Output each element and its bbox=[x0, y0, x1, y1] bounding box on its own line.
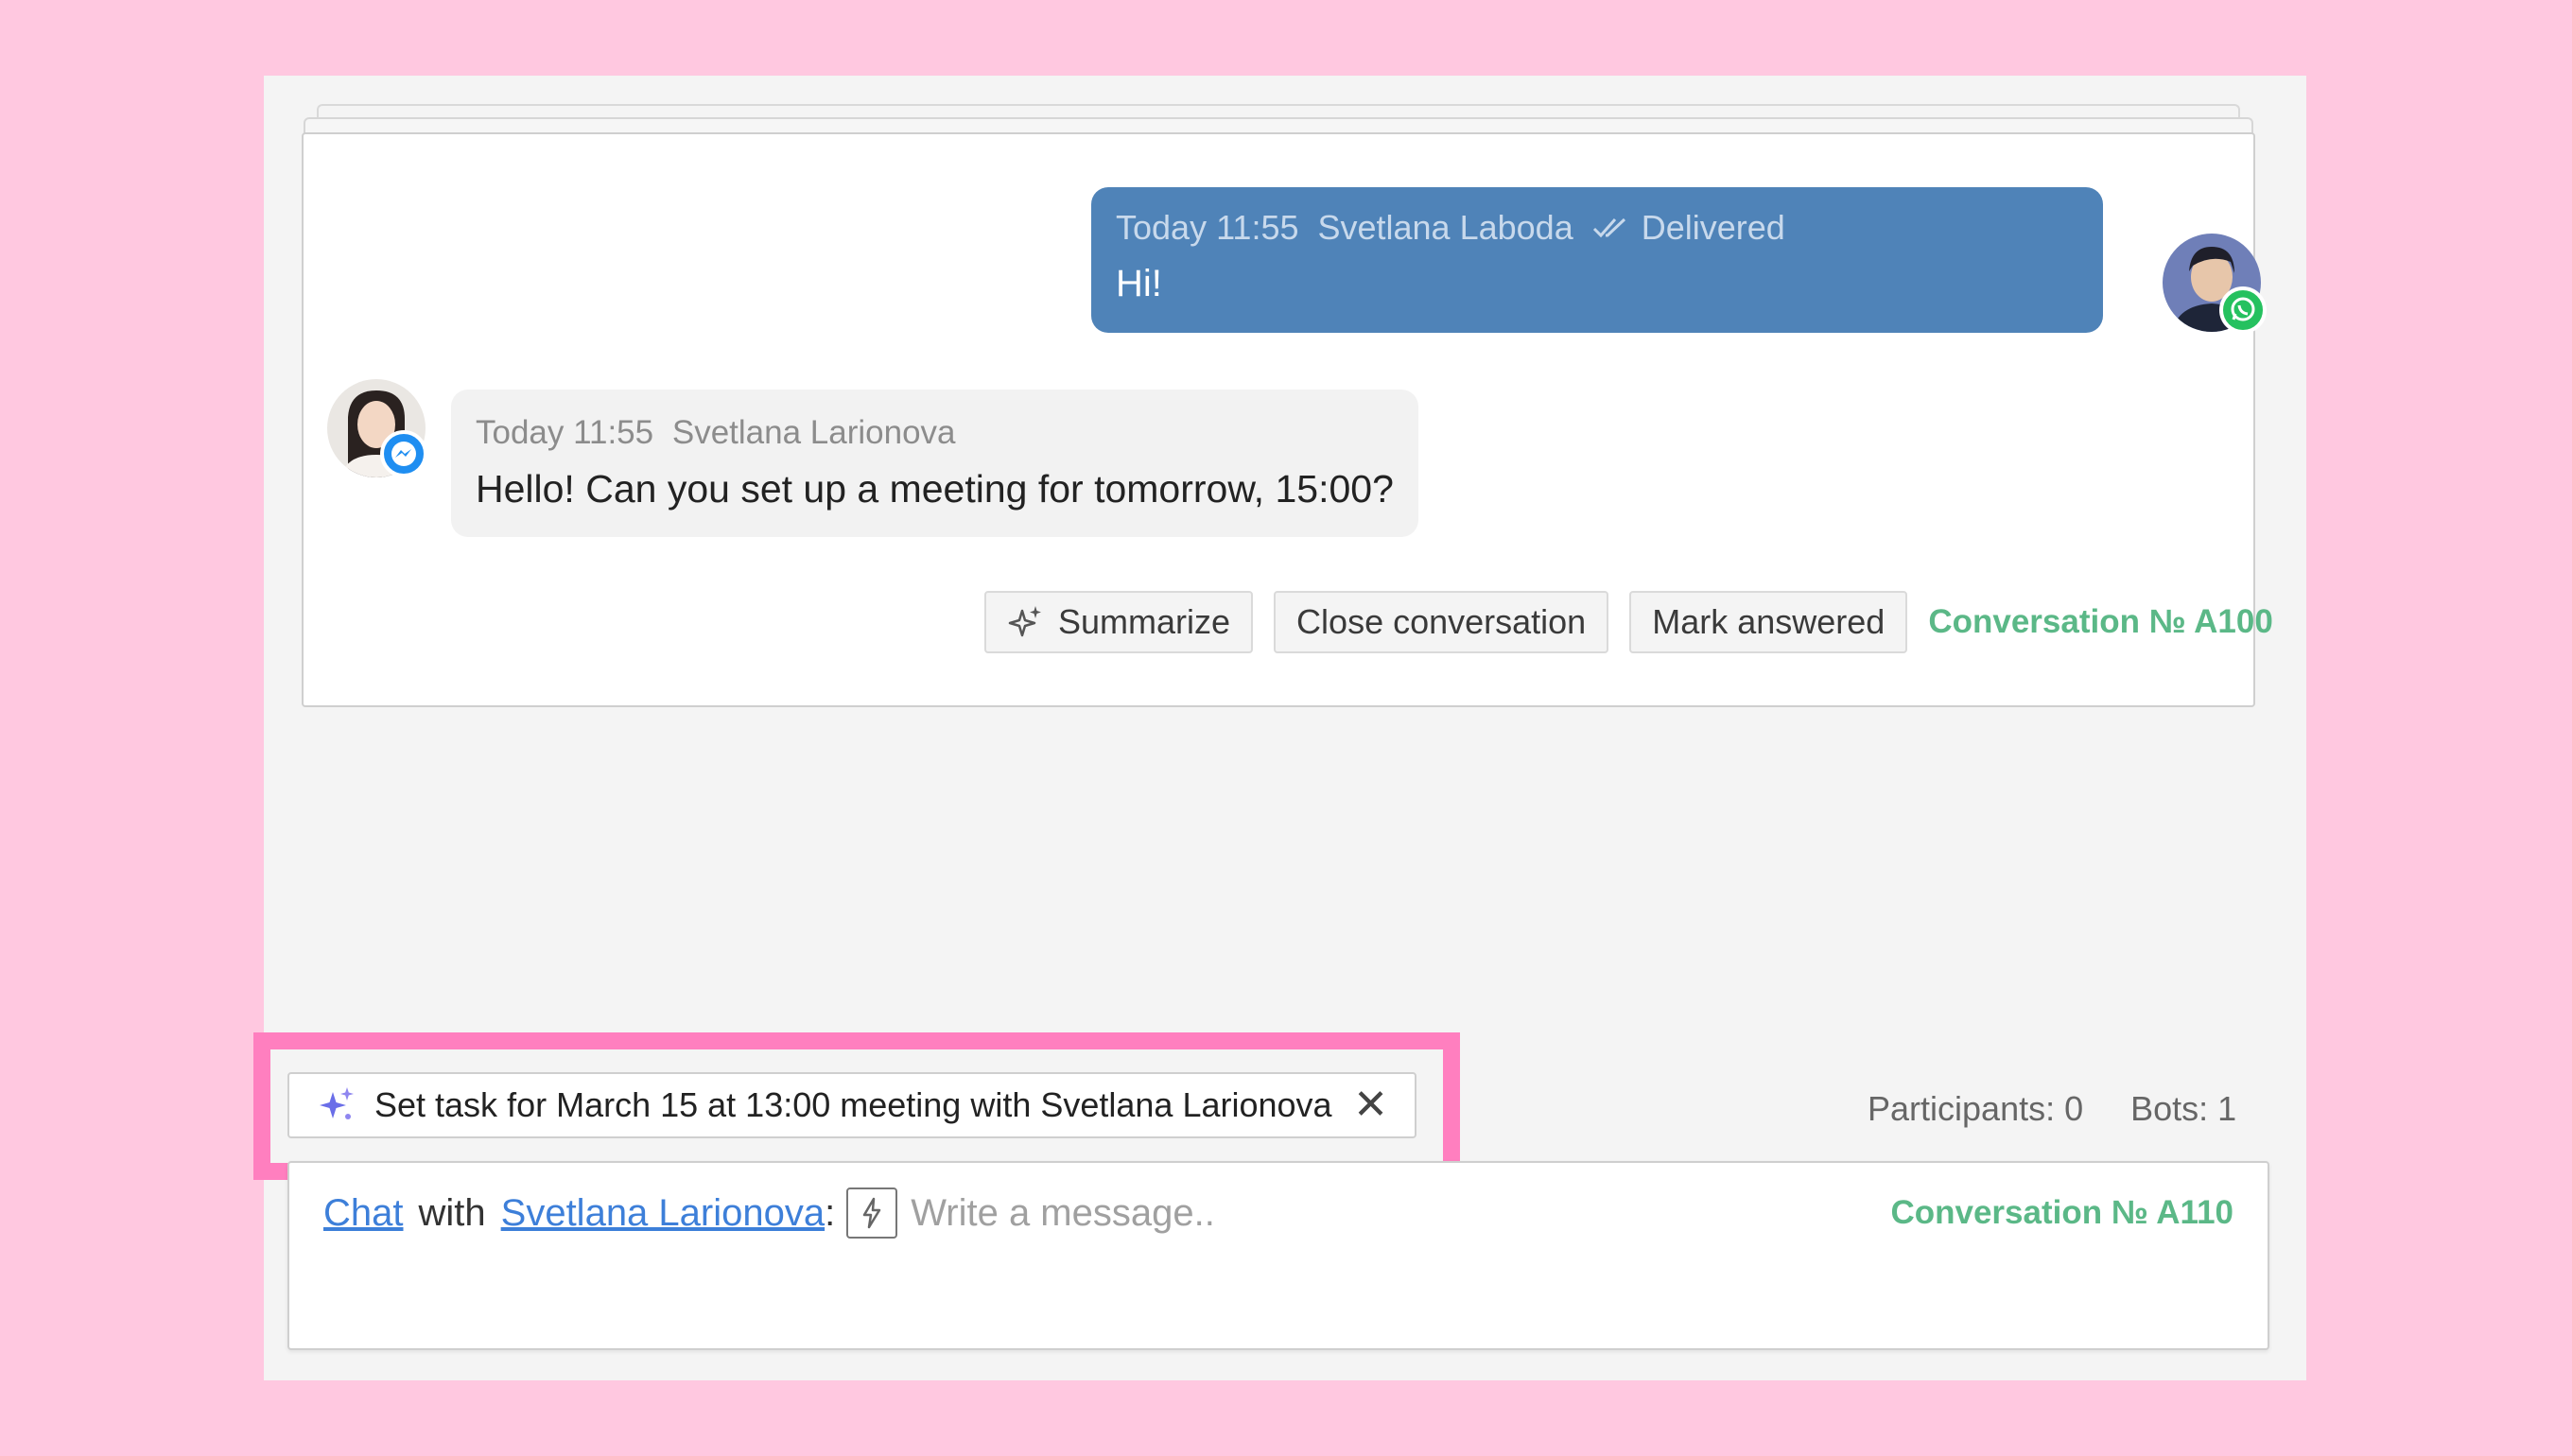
outgoing-message-meta: Today 11:55 Svetlana Laboda Delivered bbox=[1116, 208, 2078, 248]
incoming-message-text: Hello! Can you set up a meeting for tomo… bbox=[476, 467, 1394, 511]
with-label: with bbox=[418, 1191, 486, 1234]
message-input-placeholder[interactable]: Write a message.. bbox=[911, 1192, 1215, 1235]
summarize-label: Summarize bbox=[1058, 602, 1231, 641]
quick-reply-bolt-icon[interactable] bbox=[846, 1187, 898, 1239]
summarize-button[interactable]: Summarize bbox=[984, 591, 1254, 653]
conversation-actions: Summarize Close conversation Mark answer… bbox=[984, 590, 2273, 654]
messenger-icon bbox=[380, 430, 427, 477]
outgoing-message-text: Hi! bbox=[1116, 263, 1162, 304]
ai-suggestion-text: Set task for March 15 at 13:00 meeting w… bbox=[374, 1085, 1332, 1124]
whatsapp-icon bbox=[2219, 286, 2267, 334]
conversation-stats: Participants: 0 Bots: 1 bbox=[1868, 1089, 2236, 1129]
close-icon[interactable]: ✕ bbox=[1353, 1084, 1388, 1126]
ai-suggestion-chip[interactable]: Set task for March 15 at 13:00 meeting w… bbox=[287, 1072, 1416, 1138]
incoming-message-time: Today 11:55 bbox=[476, 414, 654, 451]
chat-link[interactable]: Chat bbox=[323, 1192, 404, 1235]
participants-count: Participants: 0 bbox=[1868, 1089, 2084, 1128]
sparkle-icon bbox=[1008, 606, 1041, 637]
conversation-number-link[interactable]: Conversation № A100 bbox=[1928, 603, 2273, 641]
incoming-message-bubble: Today 11:55 Svetlana Larionova Hello! Ca… bbox=[451, 390, 1418, 537]
incoming-message-meta: Today 11:55 Svetlana Larionova bbox=[476, 414, 1394, 452]
contact-avatar[interactable] bbox=[327, 379, 427, 477]
mark-answered-button[interactable]: Mark answered bbox=[1629, 591, 1908, 653]
agent-avatar[interactable] bbox=[2163, 234, 2267, 334]
message-composer[interactable]: Chat with Svetlana Larionova : Write a m… bbox=[287, 1161, 2269, 1350]
outgoing-message-time: Today 11:55 bbox=[1116, 208, 1299, 247]
conversation-card: Today 11:55 Svetlana Laboda Delivered Hi… bbox=[302, 132, 2273, 707]
ai-sparkle-icon bbox=[316, 1084, 357, 1126]
double-check-icon bbox=[1592, 216, 1630, 240]
colon-label: : bbox=[825, 1191, 836, 1234]
bots-count: Bots: 1 bbox=[2130, 1089, 2237, 1128]
close-conversation-button[interactable]: Close conversation bbox=[1274, 591, 1609, 653]
outgoing-message-author: Svetlana Laboda bbox=[1317, 208, 1573, 247]
delivery-status: Delivered bbox=[1641, 208, 1785, 247]
outgoing-message-bubble: Today 11:55 Svetlana Laboda Delivered Hi… bbox=[1091, 187, 2103, 333]
incoming-message-author: Svetlana Larionova bbox=[671, 414, 956, 451]
composer-conversation-number[interactable]: Conversation № A110 bbox=[1890, 1194, 2233, 1232]
contact-name-link[interactable]: Svetlana Larionova bbox=[501, 1192, 825, 1235]
